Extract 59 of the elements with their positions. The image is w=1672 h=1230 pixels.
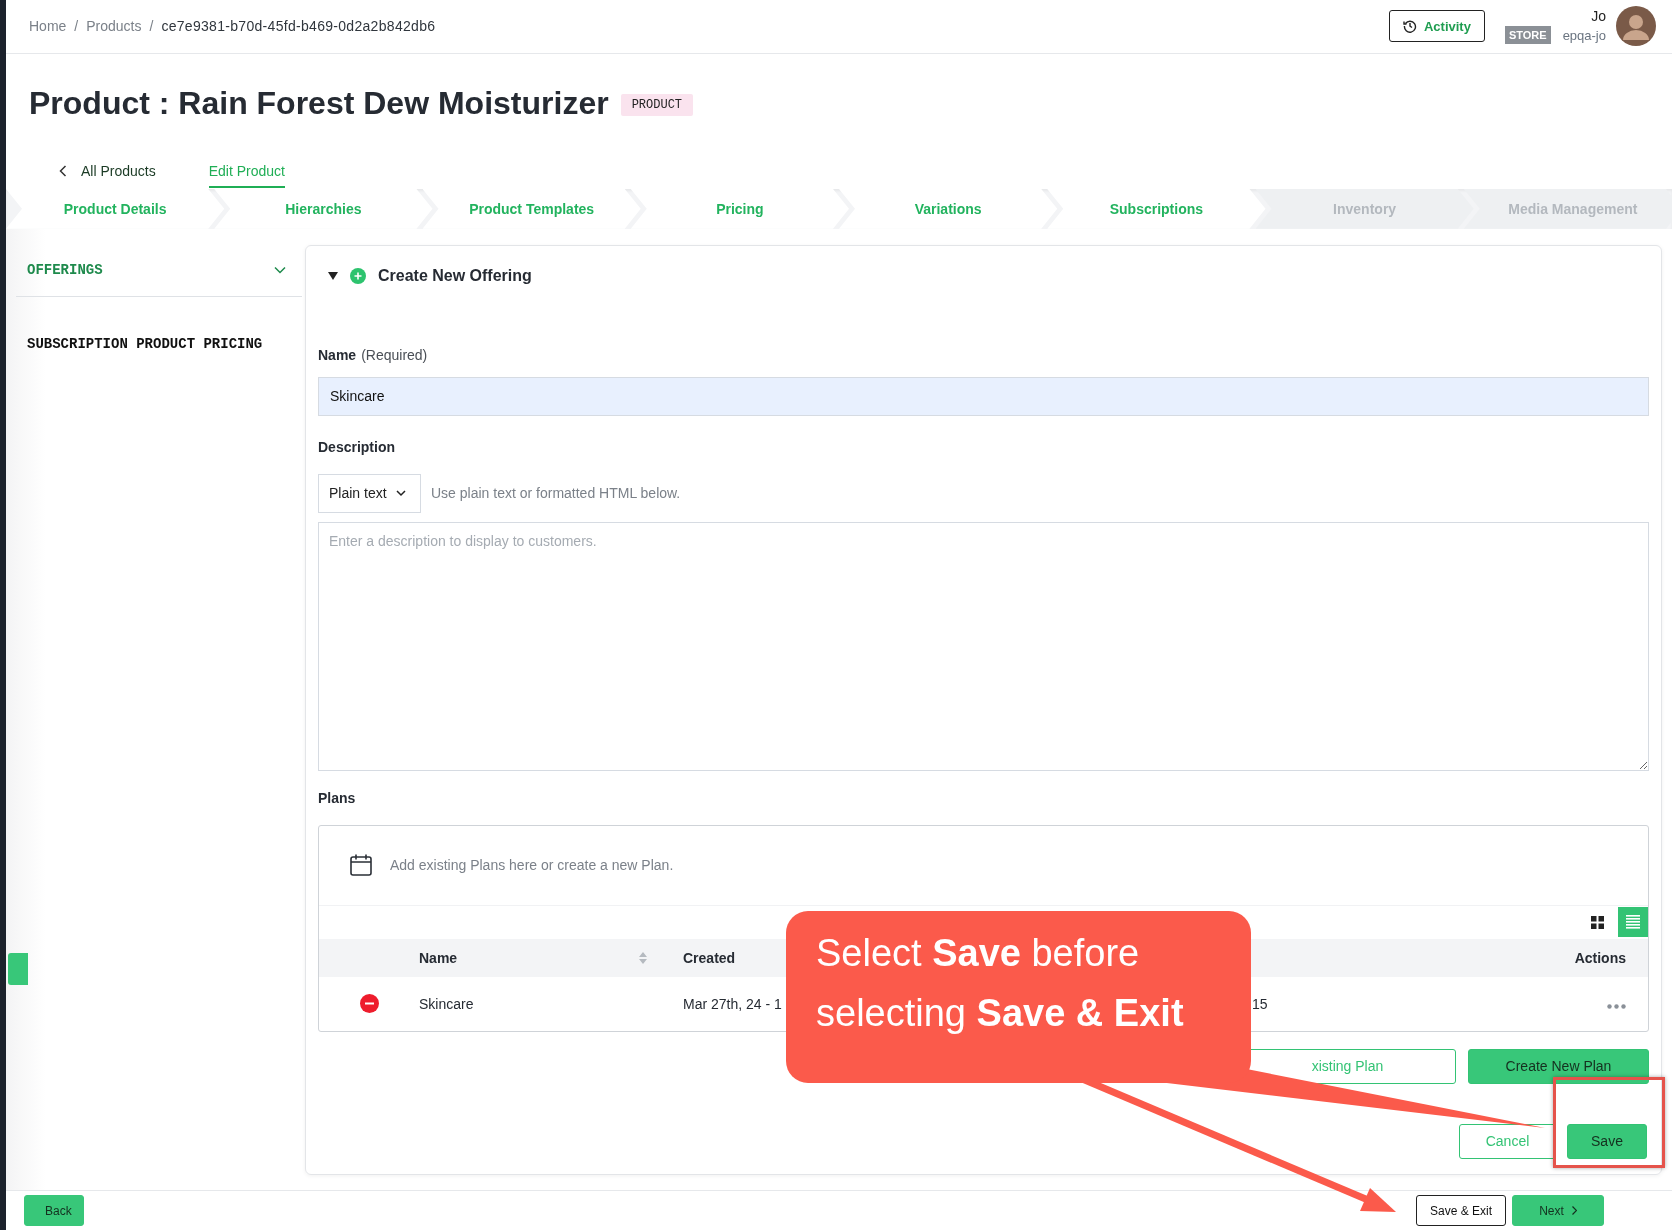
step-tab[interactable]: Hierarchies [214,188,433,229]
step-tab[interactable]: Pricing [630,188,849,229]
required-hint: (Required) [361,346,428,363]
back-button[interactable]: Back [24,1195,84,1226]
list-icon [1626,915,1640,930]
grid-icon [1590,915,1604,929]
save-button[interactable]: Save [1567,1123,1647,1159]
remove-icon [359,994,379,1014]
create-plan-button[interactable]: Create New Plan [1468,1048,1649,1084]
table-cell: Skincare [419,995,474,1012]
plus-circle-icon [350,267,366,284]
store-badge: STORE [1504,26,1551,45]
breadcrumb-current: ce7e9381-b70d-45fd-b469-0d2a2b842db6 [161,18,436,35]
chevron-down-icon [395,489,406,497]
name-field[interactable]: Skincare [318,376,1649,416]
column-header: Name [419,949,458,966]
back-link[interactable]: All Products [59,149,156,188]
save-exit-button[interactable]: Save & Exit [1416,1195,1506,1226]
column-header: Created [683,949,736,966]
plans-hint: Add existing Plans here or create a new Plan. [390,857,674,874]
field-label: Name [318,346,357,363]
breadcrumb-separator: / [149,18,154,35]
chevron-right-icon [1571,1206,1577,1215]
step-tab[interactable]: Product Templates [422,188,641,229]
type-badge: PRODUCT [620,94,694,117]
breadcrumb-link[interactable]: Home [29,18,67,35]
sidebar-item[interactable]: OFFERINGS [16,244,302,297]
nav-tab[interactable]: Edit Product [208,149,285,188]
description-field[interactable]: Enter a description to display to customers. [318,521,1649,771]
column-header: Actions [1574,949,1627,966]
side-handle [8,953,28,985]
avatar-icon [1616,6,1656,47]
format-dropdown[interactable]: Plain text [318,473,421,513]
section-title: Create New Offering [378,266,532,285]
field-label: Description [318,438,395,455]
activity-button[interactable]: Activity [1388,10,1485,43]
step-tab[interactable]: Product Details [6,188,225,229]
breadcrumb-separator: / [74,18,79,35]
table-cell: Mar 27th, 24 - 1 [683,995,782,1012]
calendar-icon [349,853,373,878]
more-icon [1607,1003,1626,1009]
page-title: Product : Rain Forest Dew Moisturizer [29,85,609,123]
user-name: Jo [1591,8,1606,25]
history-icon [1402,19,1417,34]
step-tab: Media Management [1463,188,1672,229]
table-cell: 15 [1252,995,1268,1012]
sidebar-item[interactable]: SUBSCRIPTION PRODUCT PRICING [16,326,302,361]
user-handle: epqa-jo [1562,27,1606,43]
step-tab[interactable]: Variations [839,188,1058,229]
next-button[interactable]: Next [1512,1195,1604,1226]
step-tab[interactable]: Subscriptions [1047,188,1266,229]
chevron-down-icon [274,266,286,275]
breadcrumb-link[interactable]: Products [86,18,142,35]
step-tab: Inventory [1255,188,1474,229]
sort-icon [639,951,647,964]
field-label: Plans [318,789,356,806]
cancel-button[interactable]: Cancel [1459,1123,1556,1159]
format-hint: Use plain text or formatted HTML below. [431,485,681,502]
chevron-left-icon [59,164,67,177]
